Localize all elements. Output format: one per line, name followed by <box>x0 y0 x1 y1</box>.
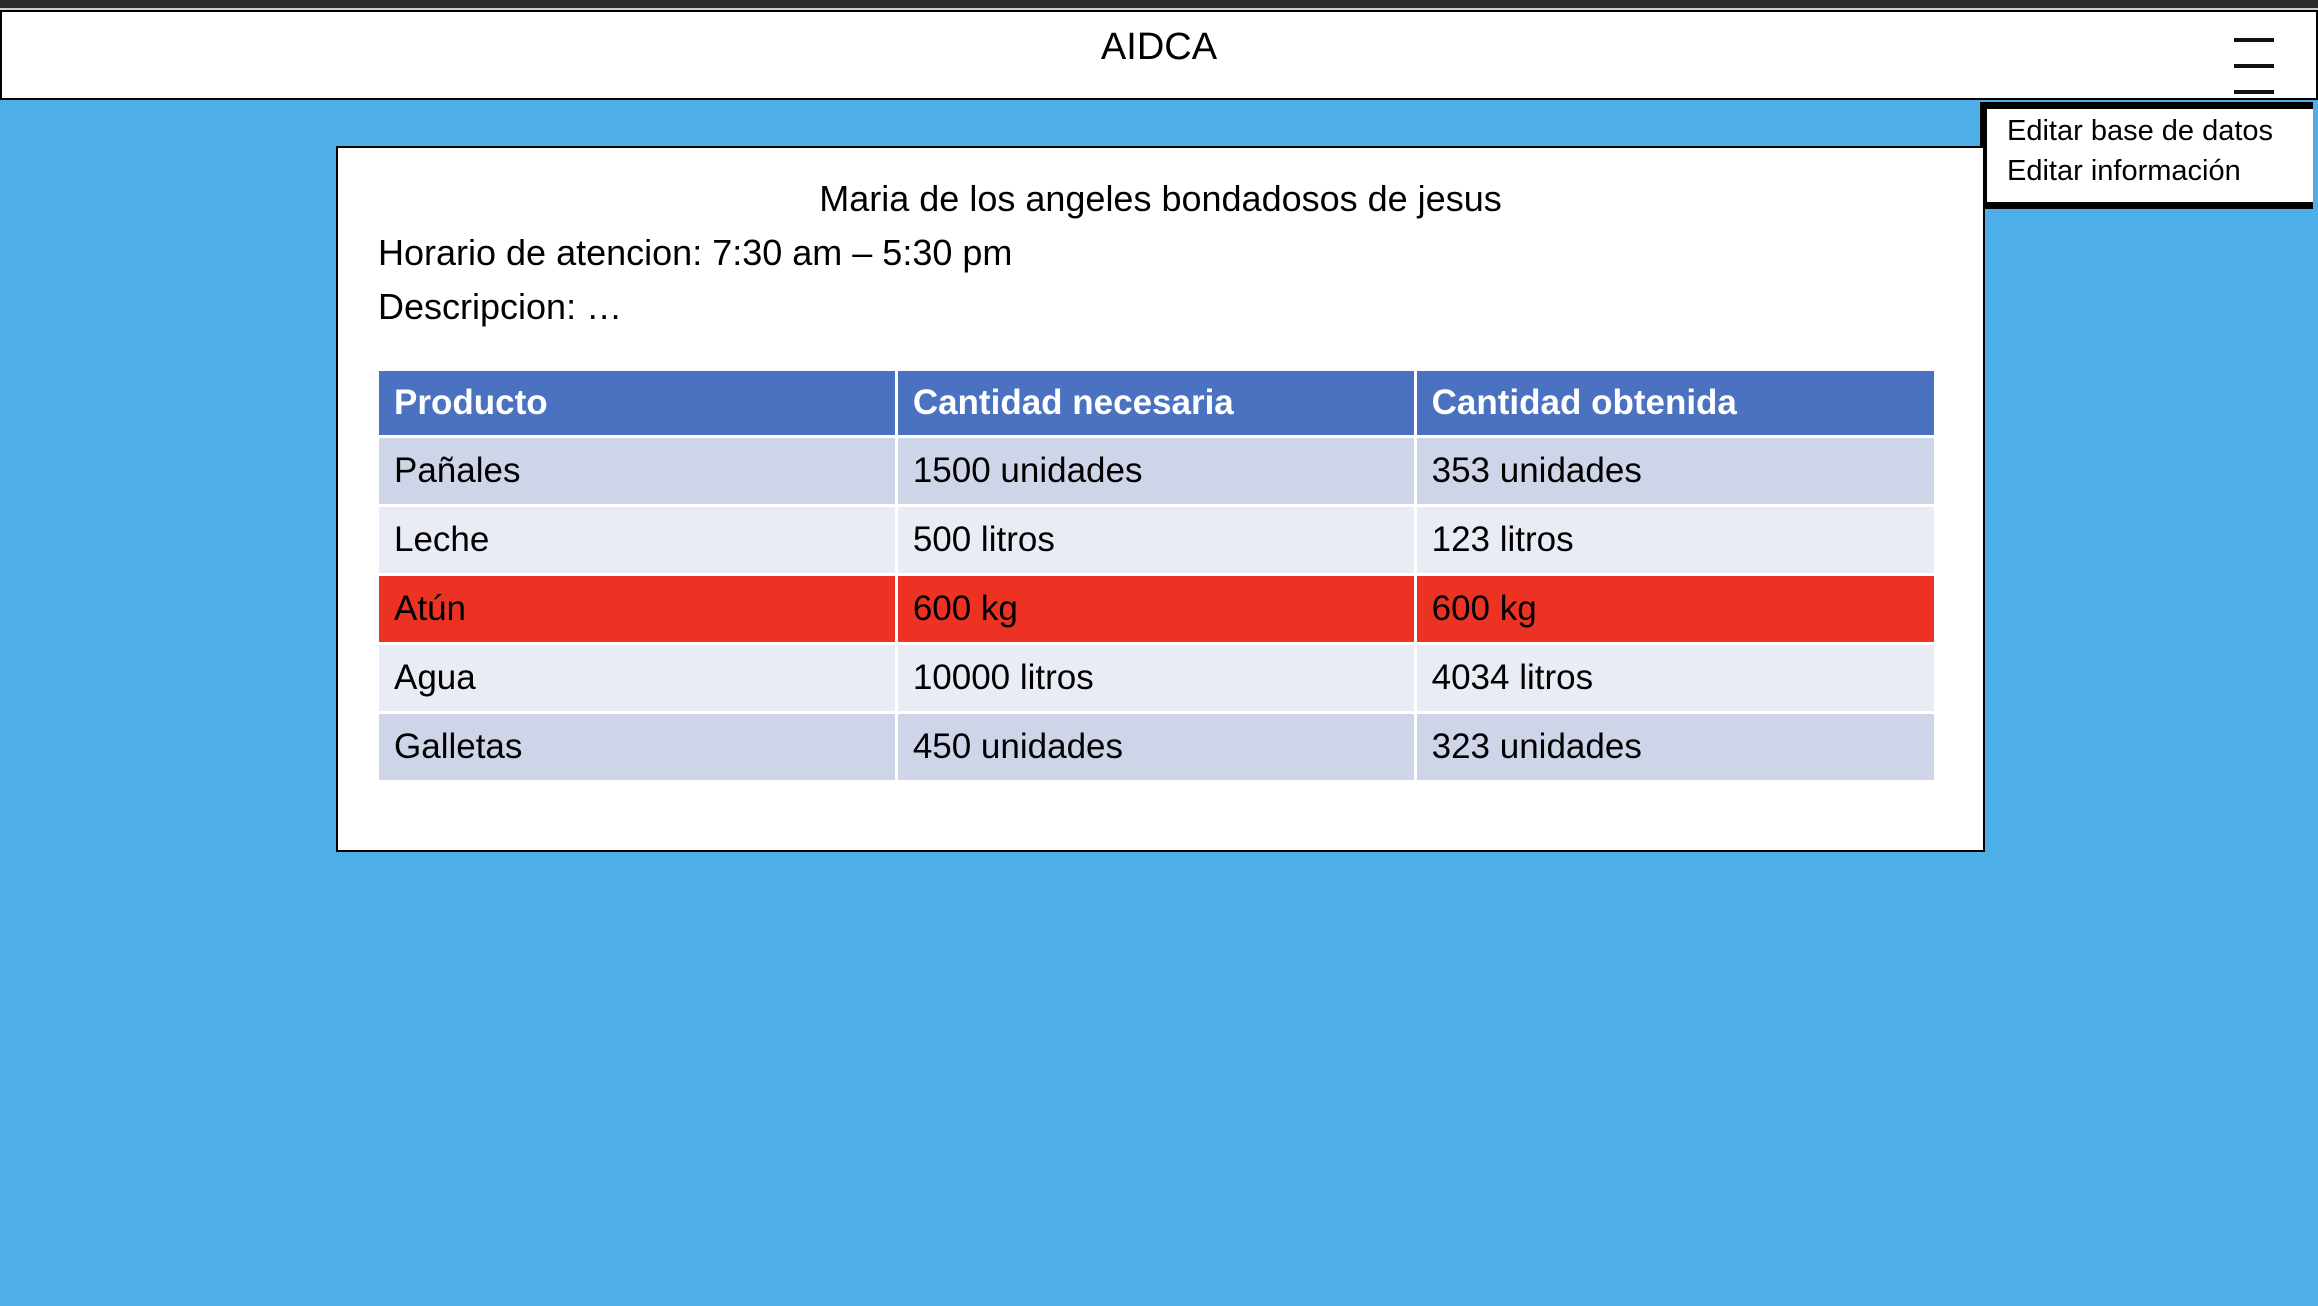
cell-needed: 500 litros <box>894 504 1417 576</box>
table-row: Galletas 450 unidades 323 unidades <box>376 711 1938 783</box>
dropdown-menu: Editar base de datos Editar información <box>1980 102 2313 209</box>
cell-needed: 600 kg <box>894 573 1417 645</box>
cell-obtained: 123 litros <box>1413 504 1938 576</box>
cell-product: Atún <box>376 573 898 645</box>
app-header: AIDCA <box>0 10 2318 100</box>
column-header-product: Producto <box>376 368 898 438</box>
top-strip <box>0 0 2318 10</box>
table-row: Agua 10000 litros 4034 litros <box>376 642 1938 714</box>
products-table: Producto Cantidad necesaria Cantidad obt… <box>376 368 1938 783</box>
table-row: Pañales 1500 unidades 353 unidades <box>376 435 1938 507</box>
app-title: AIDCA <box>1100 26 1218 68</box>
cell-needed: 450 unidades <box>894 711 1417 783</box>
cell-obtained: 323 unidades <box>1413 711 1938 783</box>
cell-obtained: 600 kg <box>1413 573 1938 645</box>
cell-product: Agua <box>376 642 898 714</box>
profile-name: Maria de los angeles bondadosos de jesus <box>819 178 1502 219</box>
menu-item-edit-database[interactable]: Editar base de datos <box>2007 115 2273 148</box>
column-header-needed: Cantidad necesaria <box>894 368 1417 438</box>
cell-product: Pañales <box>376 435 898 507</box>
cell-product: Leche <box>376 504 898 576</box>
cell-product: Galletas <box>376 711 898 783</box>
cell-needed: 1500 unidades <box>894 435 1417 507</box>
table-header-row: Producto Cantidad necesaria Cantidad obt… <box>376 368 1938 438</box>
column-header-obtained: Cantidad obtenida <box>1413 368 1938 438</box>
table-row: Leche 500 litros 123 litros <box>376 504 1938 576</box>
hours-text: Horario de atencion: 7:30 am – 5:30 pm <box>378 232 1013 273</box>
hamburger-icon[interactable] <box>2234 26 2276 96</box>
cell-obtained: 4034 litros <box>1413 642 1938 714</box>
cell-needed: 10000 litros <box>894 642 1417 714</box>
profile-card: Maria de los angeles bondadosos de jesus… <box>336 146 1985 852</box>
menu-item-edit-info[interactable]: Editar información <box>2007 155 2241 188</box>
table-row-complete: Atún 600 kg 600 kg <box>376 573 1938 645</box>
description-text: Descripcion: … <box>378 286 623 327</box>
cell-obtained: 353 unidades <box>1413 435 1938 507</box>
